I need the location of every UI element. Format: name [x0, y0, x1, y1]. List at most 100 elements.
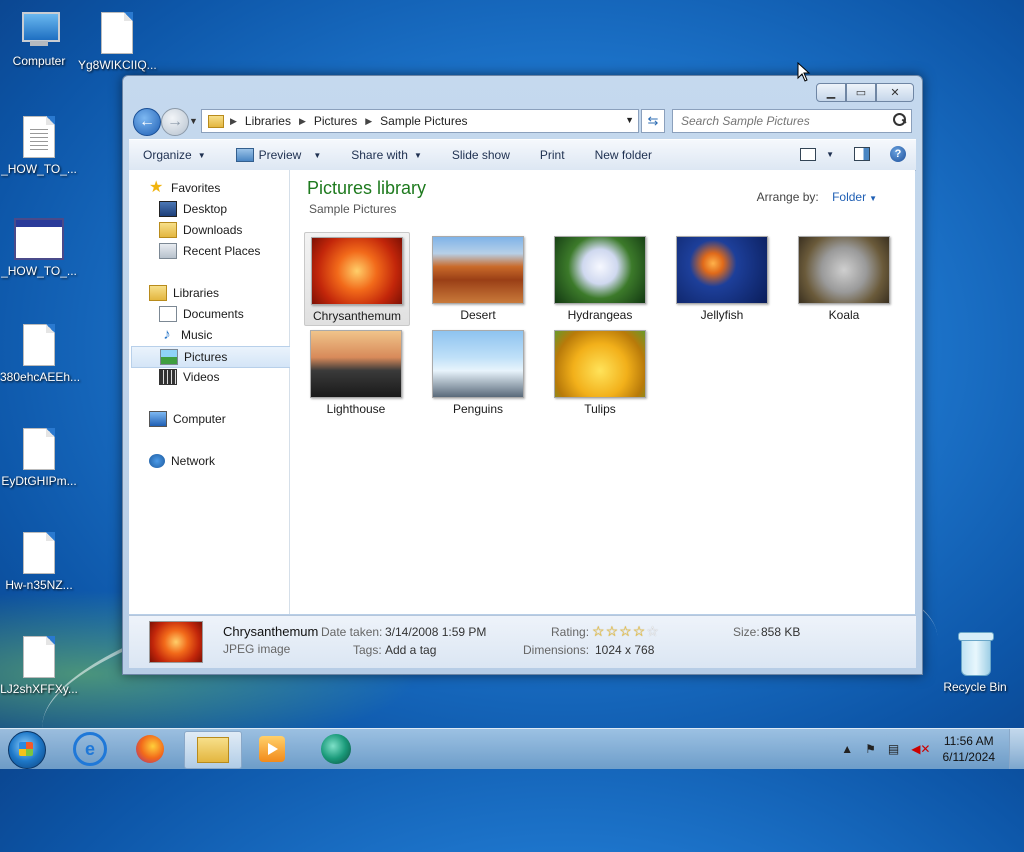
search-input[interactable]	[679, 113, 888, 129]
taskbar-windows-explorer[interactable]	[184, 731, 242, 769]
tags-value[interactable]: Add a tag	[385, 643, 436, 657]
nav-label: Pictures	[184, 350, 228, 364]
file-tile-chrysanthemum[interactable]: Chrysanthemum	[304, 232, 410, 326]
file-tile-jellyfish[interactable]: Jellyfish	[670, 232, 774, 324]
file-name: Chrysanthemum	[312, 309, 402, 323]
nav-label: Favorites	[171, 181, 221, 195]
breadcrumb-pictures[interactable]: Pictures	[314, 114, 357, 128]
desktop-icon-label: _HOW_TO_...	[1, 162, 77, 176]
star-icon[interactable]: ☆	[592, 623, 605, 640]
share-with-button[interactable]: Share with ▼	[351, 148, 422, 162]
computer-icon	[149, 411, 167, 427]
change-view-icon[interactable]	[800, 147, 817, 161]
nav-item-computer[interactable]: Computer	[149, 409, 226, 429]
nav-item-downloads[interactable]: Downloads	[159, 220, 242, 240]
search-icon[interactable]	[893, 113, 906, 126]
desktop-icon-file[interactable]: 380ehcAEEh...	[0, 324, 80, 384]
maximize-button[interactable]: ▭	[846, 83, 876, 102]
print-button[interactable]: Print	[540, 148, 565, 162]
slide-show-button[interactable]: Slide show	[452, 148, 510, 162]
chevron-right-icon[interactable]: ▶	[299, 116, 306, 127]
rating-label: Rating:	[551, 625, 590, 639]
close-button[interactable]: ✕	[876, 83, 914, 102]
forward-button[interactable]: →	[161, 108, 189, 136]
date-taken-label: Date taken:	[321, 625, 383, 639]
nav-item-favorites[interactable]: ★ Favorites	[149, 178, 220, 198]
date-taken-value[interactable]: 3/14/2008 1:59 PM	[385, 625, 486, 639]
nav-item-videos[interactable]: Videos	[159, 367, 219, 387]
taskbar-internet-explorer[interactable]: e	[62, 731, 118, 767]
new-folder-button[interactable]: New folder	[595, 148, 652, 162]
star-icon[interactable]: ☆	[606, 623, 619, 640]
nav-item-libraries[interactable]: Libraries	[149, 283, 219, 303]
minimize-button[interactable]: ▁	[816, 83, 846, 102]
network-icon[interactable]: ▤	[888, 742, 899, 756]
file-tile-penguins[interactable]: Penguins	[426, 326, 530, 418]
action-center-flag-icon[interactable]: ⚑	[865, 742, 876, 756]
nav-item-network[interactable]: Network	[149, 451, 215, 471]
desktop-icon-file[interactable]: Yg8WIKCIIQ...	[78, 12, 157, 72]
star-icon[interactable]: ☆	[619, 623, 632, 640]
star-icon[interactable]: ☆	[633, 623, 646, 640]
clock[interactable]: 11:56 AM 6/11/2024	[943, 733, 996, 765]
nav-label: Computer	[173, 412, 226, 426]
start-button[interactable]	[8, 731, 46, 769]
file-tile-koala[interactable]: Koala	[792, 232, 896, 324]
taskbar-media-player[interactable]	[244, 731, 300, 767]
nav-item-desktop[interactable]: Desktop	[159, 199, 227, 219]
image-thumbnail	[554, 330, 646, 398]
show-desktop-button[interactable]	[1009, 729, 1024, 769]
address-bar[interactable]: ▶ Libraries ▶ Pictures ▶ Sample Pictures…	[201, 109, 639, 133]
file-tile-lighthouse[interactable]: Lighthouse	[304, 326, 408, 418]
desktop-icon-html-file[interactable]: _HOW_TO_...	[0, 218, 78, 278]
desktop-icon-text-file[interactable]: _HOW_TO_...	[0, 116, 78, 176]
file-tile-hydrangeas[interactable]: Hydrangeas	[548, 232, 652, 324]
taskbar: e ▲ ⚑ ▤ ◀✕ 11:56 AM 6/11/2024	[0, 728, 1024, 769]
file-tile-desert[interactable]: Desert	[426, 232, 530, 324]
share-with-label: Share with	[351, 148, 408, 162]
rating-stars[interactable]: ☆ ☆ ☆ ☆ ☆	[592, 623, 660, 640]
preview-icon	[235, 148, 254, 162]
nav-item-recent-places[interactable]: Recent Places	[159, 241, 260, 261]
chevron-up-icon[interactable]: ▲	[841, 742, 853, 756]
breadcrumb-sample-pictures[interactable]: Sample Pictures	[380, 114, 467, 128]
organize-button[interactable]: Organize ▼	[143, 148, 206, 162]
chevron-down-icon[interactable]: ▼	[826, 150, 834, 159]
desktop-icon-file[interactable]: LJ2shXFFXy...	[0, 636, 78, 696]
window-file-icon	[14, 218, 64, 260]
address-dropdown-icon[interactable]: ▼	[625, 115, 634, 125]
recent-pages-dropdown[interactable]: ▼	[189, 116, 198, 126]
preview-pane-icon[interactable]	[854, 147, 870, 161]
image-thumbnail	[798, 236, 890, 304]
chevron-down-icon[interactable]: ▼	[869, 194, 877, 203]
volume-muted-icon[interactable]: ◀✕	[911, 742, 930, 756]
minimize-icon: ▁	[826, 87, 836, 99]
size-label: Size:	[733, 625, 760, 639]
back-arrow-icon: ←	[139, 113, 155, 130]
refresh-button[interactable]: ⇆	[641, 109, 665, 133]
desktop-icon-file[interactable]: EyDtGHIPm...	[0, 428, 78, 488]
file-tile-tulips[interactable]: Tulips	[548, 326, 652, 418]
breadcrumb-libraries[interactable]: Libraries	[245, 114, 291, 128]
desktop-icon-file[interactable]: Hw-n35NZ...	[0, 532, 78, 592]
taskbar-firefox[interactable]	[122, 731, 178, 767]
chevron-right-icon[interactable]: ▶	[365, 116, 372, 127]
taskbar-app[interactable]	[308, 731, 364, 767]
refresh-icon: ⇆	[647, 113, 659, 128]
desktop-icon-recycle-bin[interactable]: Recycle Bin	[936, 632, 1014, 694]
preview-button[interactable]: Preview ▼	[235, 148, 321, 162]
star-icon[interactable]: ☆	[646, 623, 659, 640]
nav-item-pictures[interactable]: Pictures	[131, 346, 313, 368]
back-button[interactable]: ←	[133, 108, 161, 136]
arrange-value-dropdown[interactable]: Folder	[832, 190, 866, 204]
chevron-right-icon[interactable]: ▶	[230, 116, 237, 127]
nav-item-documents[interactable]: Documents	[159, 304, 244, 324]
folder-icon	[208, 114, 224, 128]
desktop-icon-computer[interactable]: Computer	[0, 12, 78, 68]
file-name: Lighthouse	[326, 402, 386, 416]
nav-item-music[interactable]: ♪ Music	[159, 325, 212, 345]
image-thumbnail	[432, 330, 524, 398]
help-icon[interactable]: ?	[890, 146, 906, 162]
recent-places-icon	[159, 243, 177, 259]
explorer-window: ▁ ▭ ✕ ← → ▼ ▶ Libraries ▶ Pictures ▶ Sam…	[122, 75, 923, 675]
